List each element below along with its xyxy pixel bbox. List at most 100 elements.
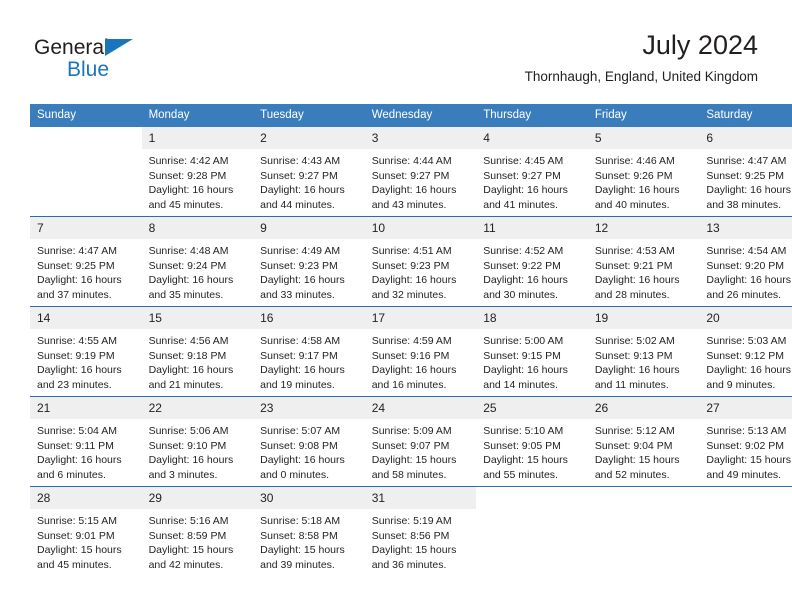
sunset-time: Sunset: 8:59 PM bbox=[148, 529, 227, 542]
calendar-day-cell[interactable]: 22 Sunrise: 5:06 AM Sunset: 9:10 PM Dayligh… bbox=[141, 396, 254, 487]
daylight-duration-line1: Daylight: 16 hours bbox=[260, 184, 345, 197]
calendar-day-cell[interactable]: 31 Sunrise: 5:19 AM Sunset: 8:56 PM Dayligh… bbox=[364, 486, 477, 576]
title-block: July 2024 Thornhaugh, England, United Ki… bbox=[525, 28, 758, 86]
calendar-day-cell[interactable]: 11 Sunrise: 4:52 AM Sunset: 9:22 PM Dayligh… bbox=[476, 216, 588, 307]
day-number: 19 bbox=[587, 307, 700, 329]
calendar-day-cell[interactable]: 5 Sunrise: 4:46 AM Sunset: 9:26 PM Daylight… bbox=[587, 127, 700, 217]
weekday-header-sunday: Sunday bbox=[30, 104, 142, 127]
sunrise-time: Sunrise: 4:48 AM bbox=[148, 245, 229, 257]
calendar-day-cell[interactable]: 25 Sunrise: 5:10 AM Sunset: 9:05 PM Dayligh… bbox=[476, 396, 588, 487]
daylight-duration-line1: Daylight: 16 hours bbox=[37, 454, 122, 467]
day-number: 4 bbox=[476, 127, 588, 149]
calendar-day-cell[interactable]: 20 Sunrise: 5:03 AM Sunset: 9:12 PM Dayligh… bbox=[699, 306, 792, 397]
sunset-time: Sunset: 9:15 PM bbox=[483, 349, 561, 362]
day-number: 25 bbox=[476, 397, 588, 419]
weekday-header-row: Sunday Monday Tuesday Wednesday Thursday… bbox=[30, 104, 792, 127]
day-number: 21 bbox=[30, 397, 142, 419]
calendar-day-cell[interactable]: 27 Sunrise: 5:13 AM Sunset: 9:02 PM Dayligh… bbox=[699, 396, 792, 487]
daylight-duration-line2: and 11 minutes. bbox=[594, 378, 669, 391]
day-number: 9 bbox=[253, 217, 365, 239]
sunrise-time: Sunrise: 5:15 AM bbox=[37, 515, 117, 527]
calendar-day-cell[interactable]: 10 Sunrise: 4:51 AM Sunset: 9:23 PM Dayligh… bbox=[364, 216, 477, 307]
general-blue-logo[interactable]: General Blue bbox=[34, 36, 234, 92]
day-number: 3 bbox=[364, 127, 477, 149]
daylight-duration-line1: Daylight: 16 hours bbox=[260, 364, 345, 377]
calendar-day-cell[interactable]: 13 Sunrise: 4:54 AM Sunset: 9:20 PM Dayligh… bbox=[699, 216, 792, 307]
calendar-day-cell[interactable]: 9 Sunrise: 4:49 AM Sunset: 9:23 PM Daylight… bbox=[253, 216, 365, 307]
logo-text-general: General bbox=[34, 36, 109, 59]
calendar-day-cell[interactable]: 26 Sunrise: 5:12 AM Sunset: 9:04 PM Dayligh… bbox=[587, 396, 700, 487]
daylight-duration-line2: and 26 minutes. bbox=[706, 288, 782, 301]
calendar-day-cell[interactable]: 28 Sunrise: 5:15 AM Sunset: 9:01 PM Dayligh… bbox=[30, 486, 142, 576]
calendar-day-cell[interactable]: 17 Sunrise: 4:59 AM Sunset: 9:16 PM Dayligh… bbox=[364, 306, 477, 397]
sunset-time: Sunset: 9:17 PM bbox=[260, 349, 338, 362]
daylight-duration-line1: Daylight: 16 hours bbox=[483, 364, 568, 377]
sunrise-time: Sunrise: 4:55 AM bbox=[37, 335, 117, 347]
calendar-week-row: 28 Sunrise: 5:15 AM Sunset: 9:01 PM Dayligh… bbox=[30, 486, 792, 576]
calendar-day-cell[interactable]: 23 Sunrise: 5:07 AM Sunset: 9:08 PM Dayligh… bbox=[253, 396, 365, 487]
calendar-day-cell[interactable]: 16 Sunrise: 4:58 AM Sunset: 9:17 PM Dayligh… bbox=[253, 306, 365, 397]
calendar-day-cell[interactable]: 2 Sunrise: 4:43 AM Sunset: 9:27 PM Daylight… bbox=[253, 127, 365, 217]
day-details: Sunrise: 5:03 AM Sunset: 9:12 PM Daylight:… bbox=[699, 329, 792, 392]
calendar-day-cell[interactable]: 24 Sunrise: 5:09 AM Sunset: 9:07 PM Dayligh… bbox=[364, 396, 477, 487]
calendar-day-cell[interactable]: 12 Sunrise: 4:53 AM Sunset: 9:21 PM Dayligh… bbox=[587, 216, 700, 307]
day-details: Sunrise: 5:16 AM Sunset: 8:59 PM Daylight:… bbox=[142, 509, 254, 572]
daylight-duration-line2: and 40 minutes. bbox=[594, 198, 670, 211]
daylight-duration-line2: and 35 minutes. bbox=[148, 288, 224, 301]
sunrise-time: Sunrise: 4:49 AM bbox=[260, 245, 341, 257]
daylight-duration-line2: and 58 minutes. bbox=[371, 468, 447, 481]
calendar-day-cell-empty bbox=[699, 486, 792, 576]
sunrise-time: Sunrise: 5:07 AM bbox=[260, 425, 341, 437]
daylight-duration-line1: Daylight: 15 hours bbox=[371, 454, 457, 467]
sunset-time: Sunset: 9:01 PM bbox=[37, 529, 115, 542]
daylight-duration-line1: Daylight: 16 hours bbox=[148, 454, 234, 467]
calendar-week-row: 7 Sunrise: 4:47 AM Sunset: 9:25 PM Daylight… bbox=[30, 216, 792, 307]
daylight-duration-line2: and 36 minutes. bbox=[371, 558, 447, 571]
sunrise-time: Sunrise: 5:12 AM bbox=[594, 425, 675, 437]
page-header: General Blue July 2024 Thornhaugh, Engla… bbox=[34, 28, 758, 98]
daylight-duration-line2: and 6 minutes. bbox=[37, 468, 106, 481]
daylight-duration-line1: Daylight: 15 hours bbox=[706, 454, 792, 467]
calendar-day-cell[interactable]: 29 Sunrise: 5:16 AM Sunset: 8:59 PM Dayligh… bbox=[141, 486, 254, 576]
sunset-time: Sunset: 9:24 PM bbox=[148, 259, 227, 272]
daylight-duration-line2: and 44 minutes. bbox=[260, 198, 335, 211]
calendar-page: General Blue July 2024 Thornhaugh, Engla… bbox=[0, 0, 792, 612]
day-number: 26 bbox=[587, 397, 700, 419]
calendar-week-row: 21 Sunrise: 5:04 AM Sunset: 9:11 PM Dayligh… bbox=[30, 396, 792, 487]
sunset-time: Sunset: 9:07 PM bbox=[371, 439, 450, 452]
day-details: Sunrise: 5:07 AM Sunset: 9:08 PM Daylight:… bbox=[253, 419, 365, 482]
calendar-day-cell[interactable]: 4 Sunrise: 4:45 AM Sunset: 9:27 PM Daylight… bbox=[476, 127, 588, 217]
daylight-duration-line2: and 49 minutes. bbox=[706, 468, 782, 481]
calendar-day-cell[interactable]: 30 Sunrise: 5:18 AM Sunset: 8:58 PM Dayligh… bbox=[253, 486, 365, 576]
day-details: Sunrise: 4:44 AM Sunset: 9:27 PM Daylight:… bbox=[365, 149, 477, 212]
sunset-time: Sunset: 9:13 PM bbox=[594, 349, 673, 362]
sunrise-time: Sunrise: 4:47 AM bbox=[37, 245, 117, 257]
calendar-day-cell[interactable]: 21 Sunrise: 5:04 AM Sunset: 9:11 PM Dayligh… bbox=[30, 396, 142, 487]
calendar-week-row: 1 Sunrise: 4:42 AM Sunset: 9:28 PM Daylight… bbox=[30, 127, 792, 217]
calendar-day-cell[interactable]: 19 Sunrise: 5:02 AM Sunset: 9:13 PM Dayligh… bbox=[587, 306, 700, 397]
calendar-day-cell[interactable]: 8 Sunrise: 4:48 AM Sunset: 9:24 PM Daylight… bbox=[141, 216, 254, 307]
sunset-time: Sunset: 9:23 PM bbox=[371, 259, 450, 272]
calendar-grid: Sunday Monday Tuesday Wednesday Thursday… bbox=[30, 104, 792, 576]
calendar-day-cell[interactable]: 3 Sunrise: 4:44 AM Sunset: 9:27 PM Daylight… bbox=[364, 127, 477, 217]
daylight-duration-line2: and 37 minutes. bbox=[37, 288, 112, 301]
sunrise-time: Sunrise: 4:59 AM bbox=[371, 335, 452, 347]
day-number: 1 bbox=[141, 127, 254, 149]
day-number: 2 bbox=[253, 127, 365, 149]
logo-triangle-icon bbox=[105, 39, 133, 56]
day-number: 20 bbox=[699, 307, 792, 329]
daylight-duration-line2: and 9 minutes. bbox=[706, 378, 776, 391]
day-number: 5 bbox=[587, 127, 700, 149]
daylight-duration-line2: and 16 minutes. bbox=[371, 378, 447, 391]
day-details: Sunrise: 4:55 AM Sunset: 9:19 PM Daylight:… bbox=[30, 329, 142, 392]
calendar-day-cell[interactable]: 14 Sunrise: 4:55 AM Sunset: 9:19 PM Dayligh… bbox=[30, 306, 142, 397]
calendar-day-cell[interactable]: 18 Sunrise: 5:00 AM Sunset: 9:15 PM Dayligh… bbox=[476, 306, 588, 397]
weekday-header-monday: Monday bbox=[141, 104, 254, 127]
calendar-day-cell[interactable]: 6 Sunrise: 4:47 AM Sunset: 9:25 PM Daylight… bbox=[699, 127, 792, 217]
calendar-day-cell[interactable]: 15 Sunrise: 4:56 AM Sunset: 9:18 PM Dayligh… bbox=[141, 306, 254, 397]
page-subtitle: Thornhaugh, England, United Kingdom bbox=[524, 69, 758, 84]
calendar-day-cell[interactable]: 1 Sunrise: 4:42 AM Sunset: 9:28 PM Daylight… bbox=[141, 127, 254, 217]
daylight-duration-line1: Daylight: 15 hours bbox=[260, 544, 345, 557]
calendar-day-cell[interactable]: 7 Sunrise: 4:47 AM Sunset: 9:25 PM Daylight… bbox=[30, 216, 142, 307]
day-details: Sunrise: 5:00 AM Sunset: 9:15 PM Daylight:… bbox=[476, 329, 588, 392]
